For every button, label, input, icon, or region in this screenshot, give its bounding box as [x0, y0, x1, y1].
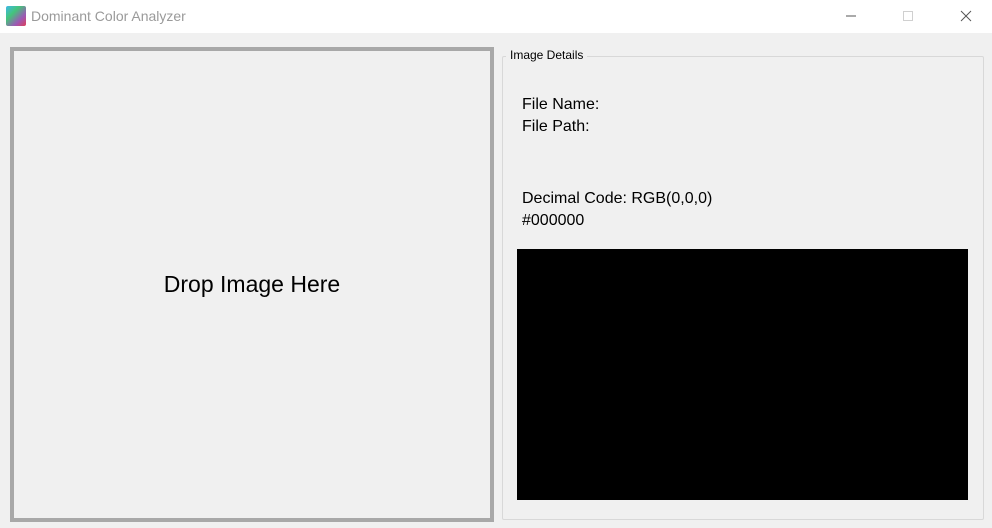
image-details-title: Image Details: [506, 47, 588, 63]
minimize-button[interactable]: [828, 0, 874, 32]
minimize-icon: [846, 15, 856, 17]
hex-code-label: #000000: [522, 212, 585, 229]
decimal-code-label: Decimal Code: RGB(0,0,0): [522, 190, 713, 207]
maximize-icon: [903, 11, 913, 21]
file-name-label: File Name:: [522, 96, 600, 113]
title-bar[interactable]: Dominant Color Analyzer: [0, 0, 992, 33]
maximize-button[interactable]: [885, 0, 931, 32]
app-icon: [6, 6, 26, 26]
window-title: Dominant Color Analyzer: [31, 8, 186, 24]
close-icon: [960, 10, 972, 22]
drop-zone-label: Drop Image Here: [163, 271, 341, 297]
image-drop-zone[interactable]: Drop Image Here: [10, 47, 494, 522]
close-button[interactable]: [943, 0, 989, 32]
app-window: Dominant Color Analyzer Drop Image Here …: [0, 0, 992, 528]
dominant-color-swatch: [517, 249, 968, 500]
file-path-label: File Path:: [522, 118, 590, 135]
